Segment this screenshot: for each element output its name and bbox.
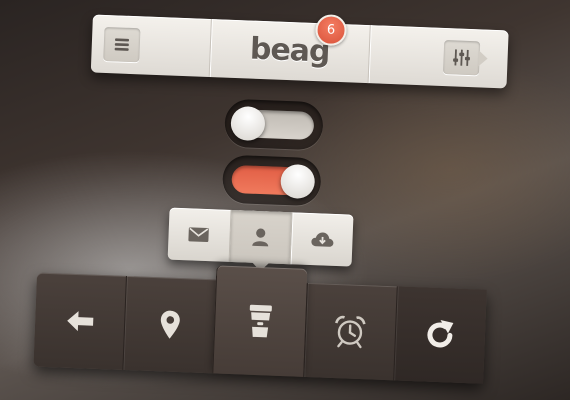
sliders-icon: [453, 49, 470, 66]
cloud-download-button[interactable]: [289, 212, 354, 267]
toggle-two-well: [221, 154, 322, 207]
user-icon: [252, 228, 269, 247]
coffee-button[interactable]: [212, 265, 307, 377]
top-navigation-bar: beag 6: [90, 14, 509, 89]
back-arrow-icon: [66, 311, 93, 332]
top-bar-right-section: [367, 25, 509, 89]
envelope-icon: [188, 227, 210, 243]
location-button[interactable]: [122, 275, 217, 374]
refresh-icon: [427, 320, 454, 348]
profile-button[interactable]: [228, 209, 292, 265]
notification-badge[interactable]: 6: [314, 14, 348, 47]
toggle-one-well: [224, 98, 324, 151]
top-bar-center-section: beag 6: [208, 14, 370, 84]
settings-sliders-button[interactable]: [442, 39, 481, 76]
alarm-clock-icon: [335, 315, 366, 349]
ui-kit-scene: beag 6: [0, 0, 570, 400]
back-button[interactable]: [33, 273, 126, 370]
sliders-tab-arrow: [478, 50, 488, 67]
cloud-download-icon: [311, 232, 334, 247]
toggle-knob[interactable]: [280, 163, 316, 200]
bottom-toolbar: [33, 265, 487, 384]
toggle-knob[interactable]: [230, 105, 266, 142]
mail-button[interactable]: [168, 208, 231, 262]
toggle-switch-off[interactable]: [230, 105, 315, 142]
top-bar-left-section: [91, 14, 211, 76]
refresh-button[interactable]: [392, 286, 487, 384]
alarm-button[interactable]: [302, 282, 397, 381]
segmented-action-buttons: [167, 207, 354, 267]
toggle-switch-on[interactable]: [231, 163, 316, 200]
menu-button[interactable]: [103, 26, 141, 63]
coffee-cup-icon: [249, 304, 272, 338]
menu-icon: [114, 38, 130, 51]
location-pin-icon: [160, 310, 180, 339]
